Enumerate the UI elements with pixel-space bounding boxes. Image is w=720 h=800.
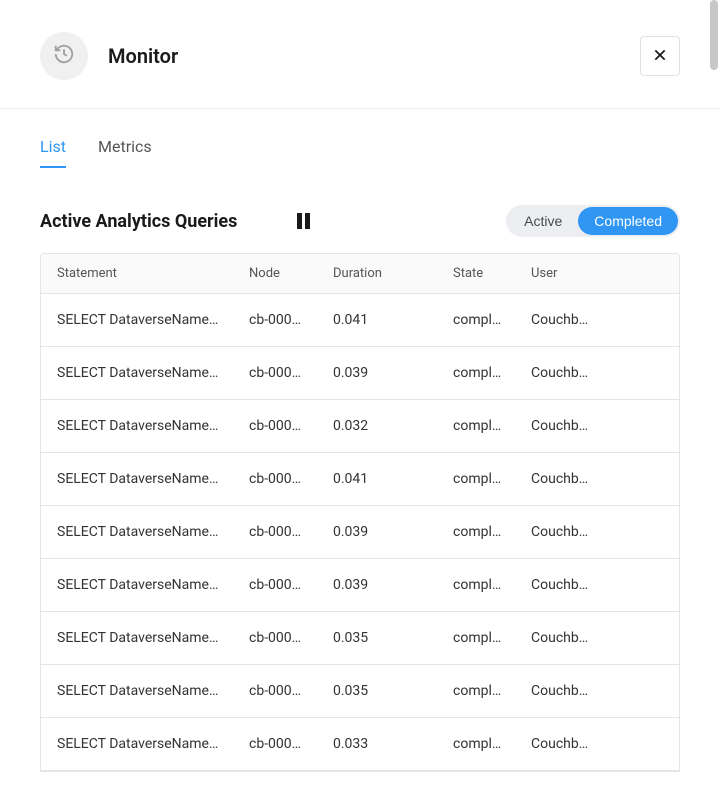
tab-metrics[interactable]: Metrics	[98, 137, 152, 168]
cell-user: Couchba…	[515, 612, 599, 664]
pause-button[interactable]	[297, 213, 310, 229]
cell-state: comple…	[437, 506, 515, 558]
cell-duration: 0.033	[317, 718, 437, 770]
cell-user: Couchba…	[515, 718, 599, 770]
cell-user: Couchba…	[515, 665, 599, 717]
col-header-statement[interactable]: Statement	[41, 254, 233, 293]
table-row[interactable]: SELECT DataverseName…cb-000…0.035comple……	[41, 665, 679, 718]
cell-state: comple…	[437, 400, 515, 452]
cell-duration: 0.032	[317, 400, 437, 452]
cell-duration: 0.041	[317, 294, 437, 346]
section-header: Active Analytics Queries Active Complete…	[40, 205, 680, 237]
pause-bar-left	[297, 213, 302, 229]
cell-node: cb-000…	[233, 400, 317, 452]
cell-statement: SELECT DataverseName…	[41, 294, 233, 346]
page-header: Monitor	[0, 0, 720, 108]
cell-state: comple…	[437, 665, 515, 717]
col-header-state[interactable]: State	[437, 254, 515, 293]
cell-duration: 0.039	[317, 559, 437, 611]
content: List Metrics Active Analytics Queries Ac…	[0, 137, 720, 772]
cell-duration: 0.035	[317, 665, 437, 717]
scrollbar[interactable]	[708, 0, 718, 800]
col-header-node[interactable]: Node	[233, 254, 317, 293]
queries-table: Statement Node Duration State User SELEC…	[40, 253, 680, 772]
cell-statement: SELECT DataverseName…	[41, 453, 233, 505]
cell-state: comple…	[437, 294, 515, 346]
cell-statement: SELECT DataverseName…	[41, 665, 233, 717]
table-row[interactable]: SELECT DataverseName…cb-000…0.039comple……	[41, 559, 679, 612]
cell-state: comple…	[437, 347, 515, 399]
col-header-user[interactable]: User	[515, 254, 599, 293]
history-icon	[53, 43, 75, 69]
table-row[interactable]: SELECT DataverseName…cb-000…0.033comple……	[41, 718, 679, 771]
tabs: List Metrics	[40, 137, 680, 169]
page-title: Monitor	[108, 44, 178, 68]
col-header-duration[interactable]: Duration	[317, 254, 437, 293]
cell-user: Couchba…	[515, 506, 599, 558]
cell-user: Couchba…	[515, 559, 599, 611]
toggle-completed[interactable]: Completed	[578, 207, 678, 235]
close-button[interactable]	[640, 36, 680, 76]
cell-user: Couchba…	[515, 294, 599, 346]
filter-toggle: Active Completed	[506, 205, 680, 237]
cell-state: comple…	[437, 718, 515, 770]
table-body: SELECT DataverseName…cb-000…0.041comple……	[41, 294, 679, 771]
cell-node: cb-000…	[233, 347, 317, 399]
scrollbar-thumb[interactable]	[710, 0, 718, 70]
cell-state: comple…	[437, 453, 515, 505]
cell-statement: SELECT DataverseName…	[41, 347, 233, 399]
section-title: Active Analytics Queries	[40, 211, 237, 232]
cell-node: cb-000…	[233, 294, 317, 346]
table-row[interactable]: SELECT DataverseName…cb-000…0.041comple……	[41, 453, 679, 506]
cell-user: Couchba…	[515, 400, 599, 452]
cell-statement: SELECT DataverseName…	[41, 559, 233, 611]
cell-node: cb-000…	[233, 665, 317, 717]
section-center	[237, 213, 506, 229]
cell-user: Couchba…	[515, 453, 599, 505]
cell-statement: SELECT DataverseName…	[41, 400, 233, 452]
cell-node: cb-000…	[233, 559, 317, 611]
cell-duration: 0.035	[317, 612, 437, 664]
cell-user: Couchba…	[515, 347, 599, 399]
header-left: Monitor	[40, 32, 178, 80]
close-icon	[653, 48, 667, 65]
cell-state: comple…	[437, 612, 515, 664]
cell-node: cb-000…	[233, 612, 317, 664]
table-header-row: Statement Node Duration State User	[41, 254, 679, 294]
table-row[interactable]: SELECT DataverseName…cb-000…0.039comple……	[41, 347, 679, 400]
tab-list[interactable]: List	[40, 137, 66, 168]
cell-duration: 0.039	[317, 347, 437, 399]
cell-statement: SELECT DataverseName…	[41, 718, 233, 770]
cell-node: cb-000…	[233, 453, 317, 505]
cell-node: cb-000…	[233, 506, 317, 558]
table-row[interactable]: SELECT DataverseName…cb-000…0.039comple……	[41, 506, 679, 559]
history-icon-circle	[40, 32, 88, 80]
cell-duration: 0.041	[317, 453, 437, 505]
cell-node: cb-000…	[233, 718, 317, 770]
cell-statement: SELECT DataverseName…	[41, 612, 233, 664]
table-row[interactable]: SELECT DataverseName…cb-000…0.035comple……	[41, 612, 679, 665]
table-row[interactable]: SELECT DataverseName…cb-000…0.032comple……	[41, 400, 679, 453]
pause-bar-right	[305, 213, 310, 229]
table-row[interactable]: SELECT DataverseName…cb-000…0.041comple……	[41, 294, 679, 347]
header-divider	[0, 108, 720, 109]
cell-duration: 0.039	[317, 506, 437, 558]
cell-state: comple…	[437, 559, 515, 611]
toggle-active[interactable]: Active	[508, 207, 578, 235]
cell-statement: SELECT DataverseName…	[41, 506, 233, 558]
